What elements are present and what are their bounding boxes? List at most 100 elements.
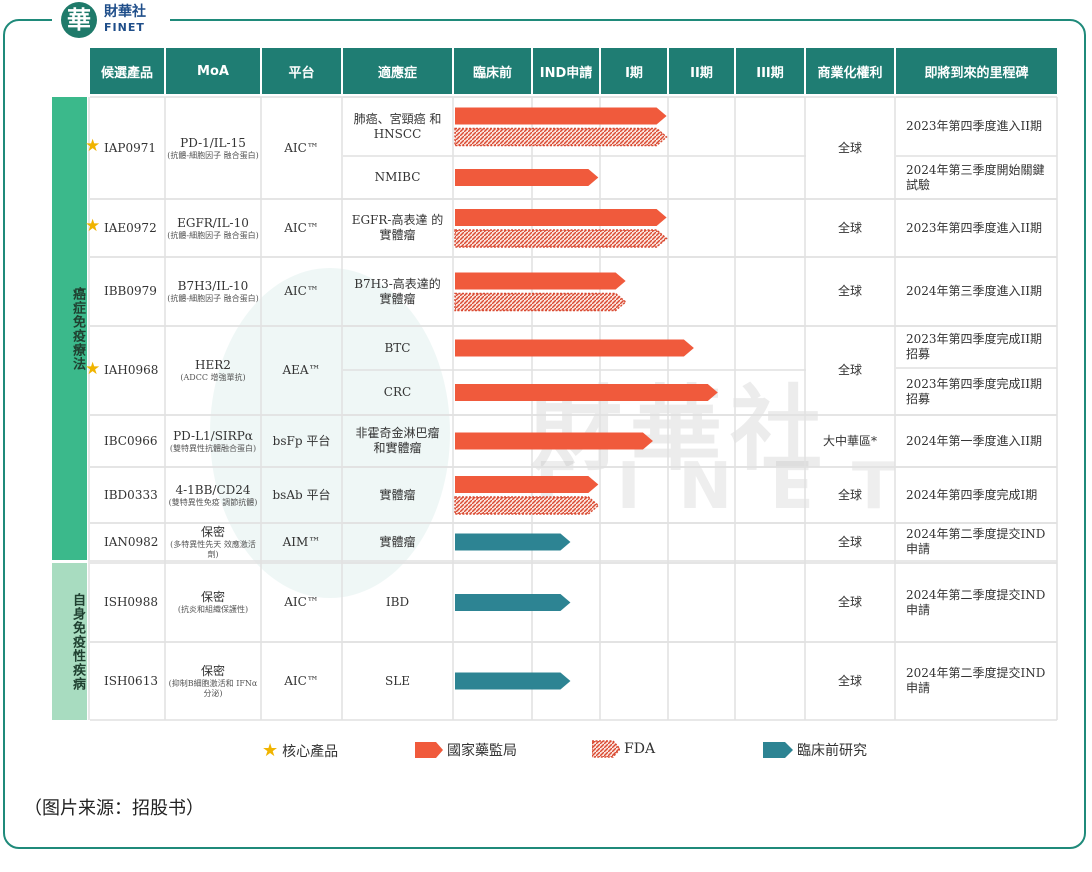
milestone-cell: 2023年第四季度完成II期 招募 <box>898 368 1056 415</box>
rights-value: 全球 <box>837 363 862 377</box>
moa-name: HER2 <box>195 358 231 372</box>
product-cell: IBB0979 <box>90 257 164 326</box>
indication-cell: 實體瘤 <box>343 523 452 561</box>
product-name: IAP0971 <box>104 140 157 155</box>
moa-detail: (雙特異性免疫 調節抗體) <box>168 497 258 507</box>
indication-cell: NMIBC <box>343 156 452 199</box>
nmpa-bar <box>455 339 694 357</box>
rights-cell: 大中華區* <box>806 415 894 467</box>
moa-cell: 保密 (抑制B細胞激活和 IFNα分泌) <box>166 642 260 720</box>
milestone-cell: 2024年第一季度進入II期 <box>898 415 1056 467</box>
rights-cell: 全球 <box>806 642 894 720</box>
legend-label: 核心產品 <box>282 743 339 760</box>
indication-cell: BTC <box>343 326 452 370</box>
rights-value: 全球 <box>837 140 862 155</box>
moa-cell: 4-1BB/CD24 (雙特異性免疫 調節抗體) <box>166 467 260 523</box>
indication-name: BTC <box>384 340 411 355</box>
rights-cell: 全球 <box>806 199 894 257</box>
milestone-text: 2023年第四季度進入II期 <box>906 119 1043 133</box>
platform-name: AIC™ <box>284 284 319 298</box>
moa-cell: EGFR/IL-10 (抗體-細胞因子 融合蛋白) <box>166 199 260 257</box>
rights-value: 全球 <box>837 487 862 502</box>
milestone-text: 2024年第三季度進入II期 <box>906 284 1043 298</box>
moa-cell: HER2 (ADCC 增強單抗) <box>166 326 260 415</box>
core-star-icon: ★ <box>85 216 101 236</box>
indication-cell: B7H3-高表達的 實體瘤 <box>343 257 452 326</box>
platform-name: AEA™ <box>282 363 321 377</box>
rights-value: 全球 <box>837 534 862 549</box>
product-name: IAN0982 <box>104 534 159 549</box>
indication-cell: 實體瘤 <box>343 467 452 523</box>
product-cell: IBC0966 <box>90 415 164 467</box>
product-cell: IBD0333 <box>90 467 164 523</box>
indication-cell: CRC <box>343 370 452 415</box>
platform-cell: bsFp 平台 <box>262 415 341 467</box>
product-cell: IAP0971 <box>90 97 164 199</box>
moa-detail: (抗炎和組織保護性) <box>177 605 249 614</box>
moa-name: 保密 <box>200 663 225 678</box>
platform-cell: AIC™ <box>262 97 341 199</box>
milestone-cell: 2024年第三季度開始關鍵 試驗 <box>898 156 1056 199</box>
product-cell: IAH0968 <box>90 326 164 415</box>
product-name: ISH0988 <box>104 595 158 609</box>
moa-detail: (抗體-細胞因子 融合蛋白) <box>167 150 259 160</box>
source-note: （图片来源：招股书） <box>24 798 204 819</box>
indication-name: CRC <box>383 385 412 399</box>
legend-fda: FDA <box>592 740 655 758</box>
product-name: ISH0613 <box>104 673 158 688</box>
platform-name: AIC™ <box>284 673 319 688</box>
moa-name: B7H3/IL-10 <box>177 279 249 293</box>
milestone-cell: 2024年第二季度提交IND 申請 <box>898 523 1056 561</box>
nmpa-arrow-icon <box>415 742 443 758</box>
indication-name: B7H3-高表達的 實體瘤 <box>354 276 441 306</box>
nmpa-bar <box>455 209 667 226</box>
milestone-cell: 2024年第二季度提交IND 申請 <box>898 642 1056 720</box>
indication-cell: EGFR-高表達 的實體瘤 <box>343 199 452 257</box>
nmpa-bar <box>455 476 599 493</box>
milestone-cell: 2023年第四季度進入II期 <box>898 199 1056 257</box>
legend-label: 臨床前研究 <box>797 743 867 759</box>
fda-arrow-icon <box>592 740 620 758</box>
nmpa-bar <box>455 169 599 186</box>
preclinical-bar <box>455 672 571 690</box>
legend-preclinical: 臨床前研究 <box>763 740 867 760</box>
preclinical-bar <box>455 594 571 611</box>
milestone-text: 2024年第三季度開始關鍵 試驗 <box>906 162 1045 192</box>
preclinical-bar <box>455 533 571 551</box>
moa-name: PD-L1/SIRPα <box>173 428 253 443</box>
rights-value: 全球 <box>837 220 862 235</box>
moa-cell: PD-1/IL-15 (抗體-細胞因子 融合蛋白) <box>166 97 260 199</box>
product-name: IAE0972 <box>104 220 157 235</box>
fda-bar <box>454 496 600 515</box>
platform-cell: AIC™ <box>262 257 341 326</box>
product-name: IBC0966 <box>104 433 158 448</box>
moa-detail: (抑制B細胞激活和 IFNα分泌) <box>168 678 258 698</box>
milestone-cell: 2024年第二季度提交IND 申請 <box>898 563 1056 642</box>
moa-name: EGFR/IL-10 <box>177 215 249 230</box>
indication-cell: IBD <box>343 563 452 642</box>
moa-name: 4-1BB/CD24 <box>175 482 251 497</box>
moa-detail: (雙特異性抗體融合蛋白) <box>169 443 257 453</box>
rights-cell: 全球 <box>806 523 894 561</box>
moa-detail: (抗體-細胞因子 融合蛋白) <box>167 230 259 240</box>
indication-cell: 非霍奇金淋巴瘤 和實體瘤 <box>343 415 452 467</box>
platform-cell: AEA™ <box>262 326 341 415</box>
milestone-text: 2024年第二季度提交IND 申請 <box>906 666 1046 695</box>
milestone-text: 2023年第四季度完成II期 招募 <box>906 332 1043 361</box>
moa-detail: (ADCC 增強單抗) <box>180 373 246 382</box>
fda-bar <box>454 229 668 248</box>
indication-cell: 肺癌、宮頸癌 和HNSCC <box>343 97 452 156</box>
platform-cell: AIC™ <box>262 563 341 642</box>
fda-bar <box>454 127 668 147</box>
rights-cell: 全球 <box>806 257 894 326</box>
milestone-text: 2023年第四季度進入II期 <box>906 220 1043 235</box>
nmpa-bar <box>455 384 718 401</box>
product-name: IAH0968 <box>104 363 159 377</box>
indication-name: 實體瘤 <box>379 487 416 502</box>
indication-name: SLE <box>385 673 410 688</box>
nmpa-bar <box>455 272 626 290</box>
moa-name: PD-1/IL-15 <box>180 135 246 150</box>
legend-label: FDA <box>624 741 656 757</box>
indication-name: IBD <box>385 595 410 609</box>
indication-name: NMIBC <box>374 170 421 184</box>
